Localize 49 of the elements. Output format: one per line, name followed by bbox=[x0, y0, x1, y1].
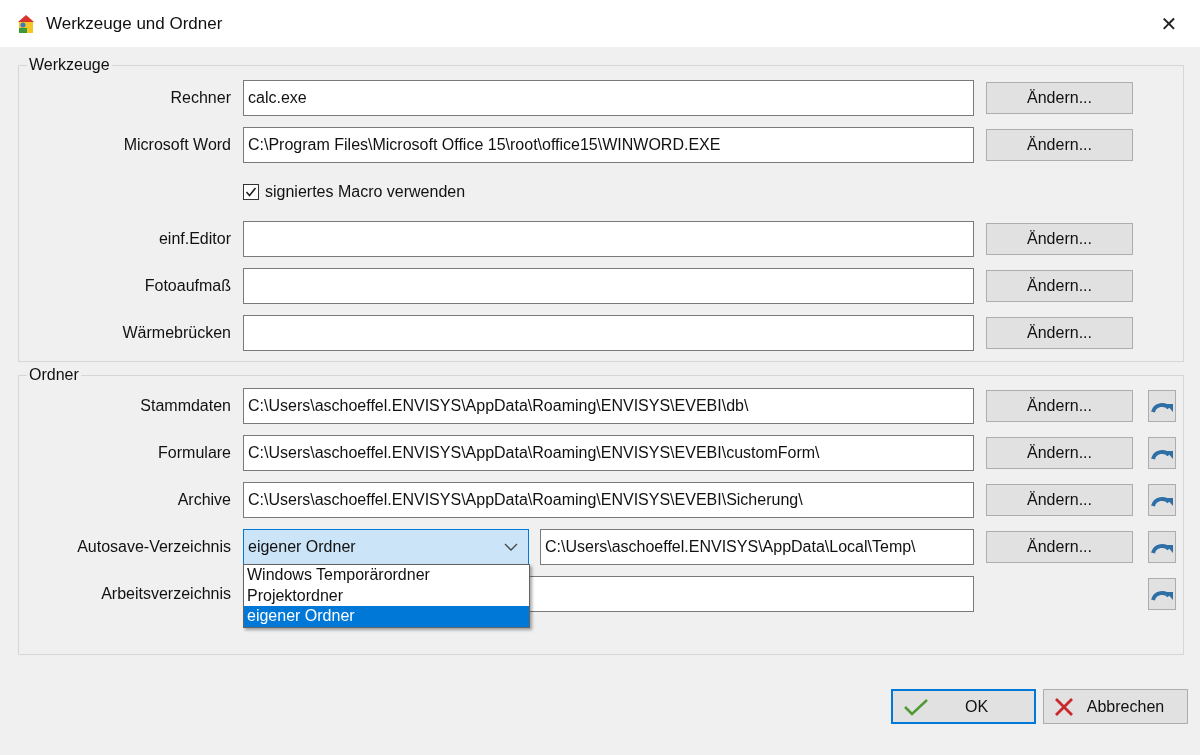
field-label: Autosave-Verzeichnis bbox=[76, 538, 231, 556]
field-label: Stammdaten bbox=[139, 397, 231, 415]
dropdown[interactable]: eigener Ordner bbox=[243, 529, 529, 565]
change-button[interactable]: Ändern... bbox=[986, 390, 1133, 422]
field-label: Wärmebrücken bbox=[121, 324, 231, 342]
text-field[interactable] bbox=[243, 315, 974, 351]
reset-button[interactable] bbox=[1148, 390, 1176, 422]
close-icon bbox=[1054, 696, 1074, 717]
close-button[interactable]: ✕ bbox=[1146, 0, 1192, 47]
field-label: Formulare bbox=[157, 444, 231, 462]
field-label: Microsoft Word bbox=[122, 136, 231, 154]
change-button[interactable]: Ändern... bbox=[986, 484, 1133, 516]
field-label: Fotoaufmaß bbox=[143, 277, 231, 295]
reset-button[interactable] bbox=[1148, 484, 1176, 516]
window-title: Werkzeuge und Ordner bbox=[46, 13, 224, 34]
change-button[interactable]: Ändern... bbox=[986, 82, 1133, 114]
dropdown-option[interactable]: Projektordner bbox=[244, 585, 529, 606]
text-field[interactable]: C:\Program Files\Microsoft Office 15\root\office15\WINWORD.EXE bbox=[243, 127, 974, 163]
change-button[interactable]: Ändern... bbox=[986, 223, 1133, 255]
field-label: einf.Editor bbox=[157, 230, 231, 248]
dropdown-option[interactable]: Windows Temporärordner bbox=[244, 565, 529, 586]
text-field[interactable] bbox=[243, 268, 974, 304]
text-field[interactable]: C:\Users\aschoeffel.ENVISYS\AppData\Roaming\ENVISYS\EVEBI\Sicherung\ bbox=[243, 482, 974, 518]
change-button[interactable]: Ändern... bbox=[986, 270, 1133, 302]
change-button[interactable]: Ändern... bbox=[986, 437, 1133, 469]
dropdown-option[interactable]: eigener Ordner bbox=[244, 606, 529, 627]
ok-button[interactable]: OK bbox=[891, 689, 1036, 724]
checkbox-label: signiertes Macro verwenden bbox=[265, 183, 466, 201]
path-field[interactable]: C:\Users\aschoeffel.ENVISYS\AppData\Local\Temp\ bbox=[540, 529, 974, 565]
reset-button[interactable] bbox=[1148, 531, 1176, 563]
cancel-button[interactable]: Abbrechen bbox=[1043, 689, 1188, 724]
reset-button[interactable] bbox=[1148, 437, 1176, 469]
text-field[interactable]: C:\Users\aschoeffel.ENVISYS\AppData\Roaming\ENVISYS\EVEBI\customForm\ bbox=[243, 435, 974, 471]
field-label: Arbeitsverzeichnis bbox=[100, 585, 231, 603]
field-label: Rechner bbox=[169, 89, 231, 107]
text-field[interactable]: calc.exe bbox=[243, 80, 974, 116]
house-icon bbox=[16, 13, 36, 34]
change-button[interactable]: Ändern... bbox=[986, 317, 1133, 349]
change-button[interactable]: Ändern... bbox=[986, 531, 1133, 563]
change-button[interactable]: Ändern... bbox=[986, 129, 1133, 161]
text-field[interactable] bbox=[243, 221, 974, 257]
checkmark-icon bbox=[903, 696, 929, 717]
checkbox[interactable] bbox=[243, 184, 259, 200]
chevron-down-icon bbox=[504, 543, 518, 551]
reset-button[interactable] bbox=[1148, 578, 1176, 610]
group-title: Werkzeuge bbox=[28, 56, 111, 74]
field-label: Archive bbox=[176, 491, 231, 509]
text-field[interactable]: C:\Users\aschoeffel.ENVISYS\AppData\Roaming\ENVISYS\EVEBI\db\ bbox=[243, 388, 974, 424]
group-title: Ordner bbox=[28, 366, 80, 384]
